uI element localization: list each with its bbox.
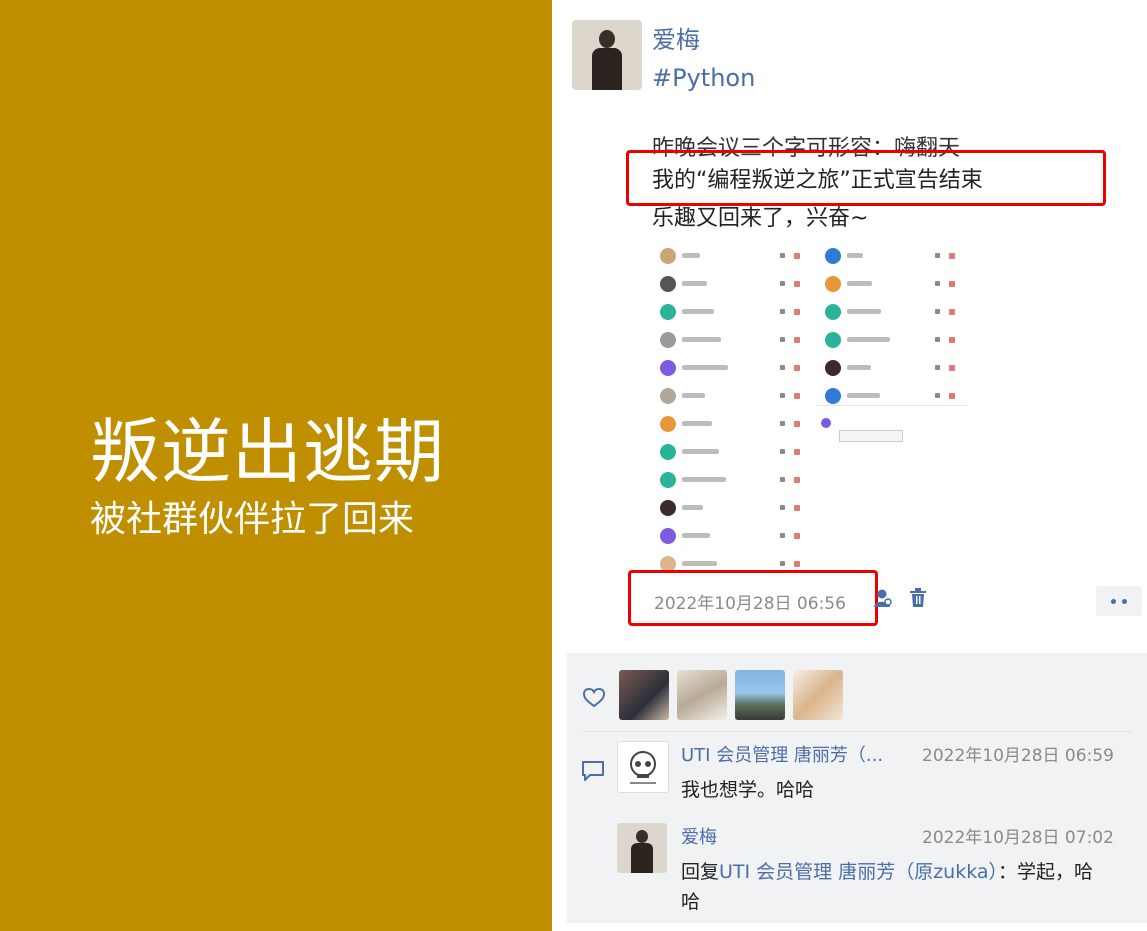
more-dot — [1122, 598, 1127, 604]
liker-avatar[interactable] — [793, 670, 843, 720]
comment-text: 我也想学。哈哈 — [681, 779, 815, 801]
screenshot-row — [660, 414, 808, 434]
post-tag[interactable]: #Python — [652, 64, 755, 92]
screenshot-row — [660, 386, 808, 406]
avatar-body — [631, 843, 653, 873]
heart-icon[interactable] — [583, 688, 605, 708]
highlight-box-text — [626, 150, 1106, 206]
screenshot-bubble-avatar — [821, 418, 831, 428]
left-banner: 叛逆出逃期 被社群伙伴拉了回来 — [0, 0, 552, 931]
interaction-panel: UTI 会员管理 唐丽芳（... 2022年10月28日 06:59 我也想学。… — [567, 653, 1147, 923]
screenshot-row — [660, 274, 808, 294]
banner-title: 叛逆出逃期 — [90, 411, 445, 493]
commenter-name[interactable]: UTI 会员管理 唐丽芳（... — [681, 741, 883, 767]
panel-divider — [582, 731, 1132, 732]
reply-mention[interactable]: UTI 会员管理 唐丽芳（原zukka） — [719, 861, 998, 883]
screenshot-row — [825, 274, 965, 294]
screenshot-row — [660, 302, 808, 322]
avatar-head — [599, 30, 615, 48]
screenshot-bubble — [839, 430, 903, 442]
skull-logo-icon — [630, 751, 656, 784]
screenshot-row — [660, 358, 808, 378]
avatar-head — [636, 830, 648, 843]
screenshot-row — [660, 442, 808, 462]
highlight-box-timestamp — [628, 570, 878, 626]
screenshot-member-list-right — [817, 240, 967, 406]
screenshot-row — [825, 358, 965, 378]
screenshot-row — [660, 498, 808, 518]
screenshot-row — [825, 386, 965, 406]
screenshot-chat-bubble — [817, 412, 957, 452]
screenshot-row — [825, 330, 965, 350]
liker-avatar[interactable] — [735, 670, 785, 720]
author-avatar[interactable] — [572, 20, 642, 90]
more-button[interactable] — [1096, 586, 1142, 616]
banner-subtitle: 被社群伙伴拉了回来 — [90, 499, 415, 540]
screenshot-row — [660, 330, 808, 350]
screenshot-row — [660, 526, 808, 546]
screenshot-row — [825, 302, 965, 322]
screenshot-row — [660, 470, 808, 490]
reply-prefix: 回复 — [681, 861, 720, 883]
liker-avatar[interactable] — [677, 670, 727, 720]
comment-icon[interactable] — [581, 760, 605, 782]
reply-text: 回复UTI 会员管理 唐丽芳（原zukka）：学起，哈哈 — [681, 857, 1111, 917]
reply-avatar[interactable] — [617, 823, 667, 873]
liker-avatar[interactable] — [619, 670, 669, 720]
more-dot — [1111, 598, 1116, 604]
reply-author[interactable]: 爱梅 — [681, 823, 717, 849]
reply-time: 2022年10月28日 07:02 — [922, 828, 1114, 848]
user-icon[interactable] — [874, 588, 892, 608]
commenter-avatar[interactable] — [617, 741, 669, 793]
comment-time: 2022年10月28日 06:59 — [922, 746, 1114, 766]
moments-post: 爱梅 #Python 昨晚会议三个字可形容：嗨翻天 我的“编程叛逆之旅”正式宣告… — [552, 0, 1147, 931]
trash-icon[interactable] — [909, 588, 927, 608]
post-screenshot-image[interactable] — [652, 240, 968, 572]
author-name[interactable]: 爱梅 — [652, 20, 700, 55]
screenshot-row — [660, 246, 808, 266]
screenshot-row — [825, 246, 965, 266]
avatar-body — [592, 48, 622, 90]
screenshot-member-list-left — [652, 240, 812, 572]
